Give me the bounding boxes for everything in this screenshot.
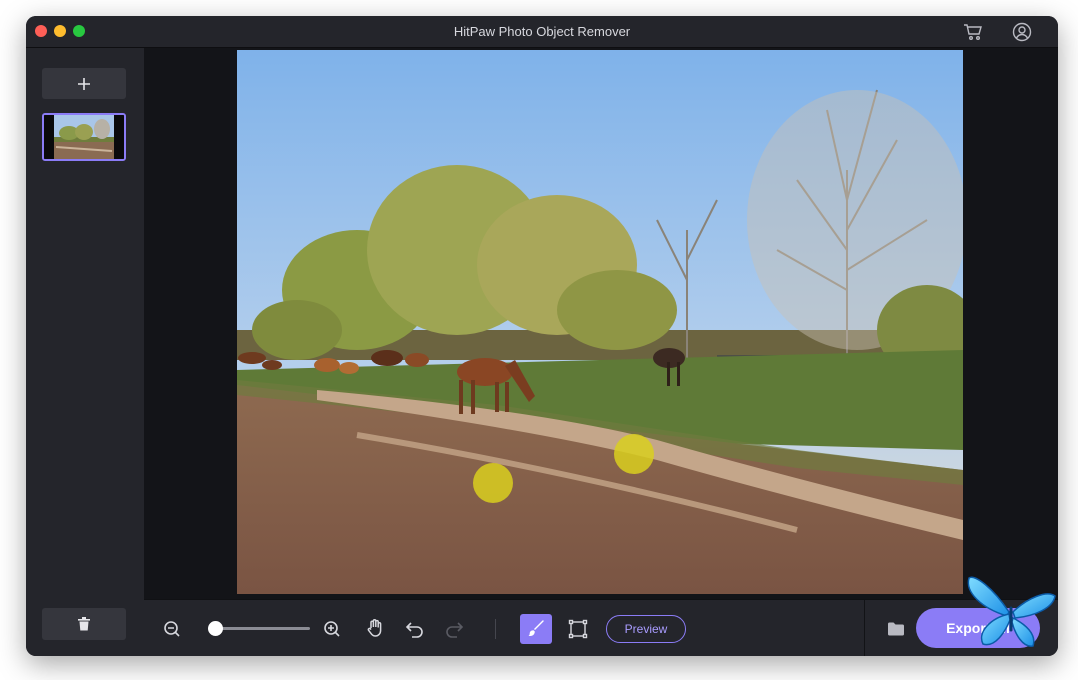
folder-icon[interactable] (883, 616, 909, 642)
image-list-sidebar (26, 48, 144, 656)
image-thumbnail[interactable] (42, 113, 126, 161)
title-bar: HitPaw Photo Object Remover (26, 16, 1058, 48)
toolbar-section-separator (864, 600, 865, 656)
brush-icon[interactable] (520, 614, 552, 644)
window-title: HitPaw Photo Object Remover (453, 24, 631, 39)
preview-button[interactable]: Preview (606, 615, 686, 643)
zoom-slider-track[interactable] (210, 627, 310, 630)
editing-canvas[interactable] (144, 48, 1058, 599)
app-window: HitPaw Photo Object Remover Preview Expo… (26, 16, 1058, 656)
user-icon[interactable] (1011, 21, 1033, 43)
bottom-toolbar: Preview Export all (144, 599, 1058, 656)
zoom-slider-knob[interactable] (208, 621, 223, 636)
photo-preview[interactable] (237, 50, 963, 594)
toolbar-divider (495, 619, 496, 639)
zoom-out-icon[interactable] (159, 616, 185, 642)
zoom-in-icon[interactable] (319, 616, 345, 642)
delete-image-button[interactable] (42, 608, 126, 640)
cart-icon[interactable] (962, 21, 984, 43)
butterfly-icon (967, 576, 1056, 647)
box-select-icon[interactable] (565, 616, 591, 642)
undo-icon[interactable] (402, 616, 428, 642)
add-image-button[interactable] (42, 68, 126, 99)
trash-icon (78, 617, 90, 631)
hand-icon[interactable] (362, 615, 388, 641)
plus-icon (78, 77, 90, 90)
redo-icon (441, 616, 467, 642)
